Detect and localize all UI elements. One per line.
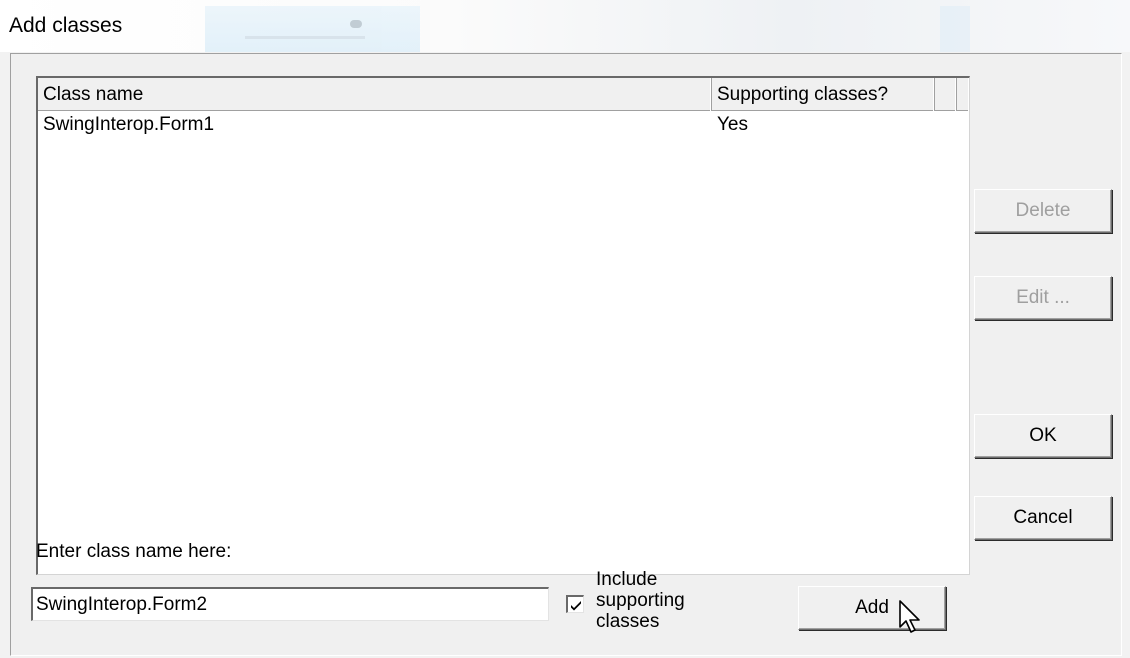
list-header: Class name Supporting classes? [38,78,968,111]
list-item-supporting: Yes [717,114,748,135]
ok-button[interactable]: OK [974,414,1112,458]
dialog-body: Class name Supporting classes? SwingInte… [10,53,1122,656]
edit-button[interactable]: Edit ... [974,276,1112,320]
column-header-class-name[interactable]: Class name [38,78,712,111]
class-name-label: Enter class name here: [36,541,232,562]
title-glass-dot [350,20,362,28]
title-glass-bar [245,36,365,39]
delete-button[interactable]: Delete [974,189,1112,233]
column-header-supporting-classes[interactable]: Supporting classes? [712,78,935,111]
class-name-input[interactable] [31,587,549,621]
include-supporting-label[interactable]: Include supporting classes [596,569,736,632]
title-bar[interactable]: Add classes [0,0,1130,52]
mouse-pointer-icon [899,600,920,633]
column-header-filler [935,78,957,111]
add-classes-dialog: Add classes Class name Supporting classe… [0,0,1130,658]
title-bar-glass-right [940,6,970,52]
checkmark-icon [571,601,581,611]
class-list[interactable]: Class name Supporting classes? SwingInte… [36,76,970,575]
window-title: Add classes [9,14,123,37]
cancel-button[interactable]: Cancel [974,496,1112,540]
list-item[interactable]: SwingInterop.Form1 Yes [38,112,968,138]
list-item-class-name: SwingInterop.Form1 [43,114,215,135]
include-supporting-checkbox[interactable] [566,595,584,613]
title-bar-glass [205,6,420,52]
